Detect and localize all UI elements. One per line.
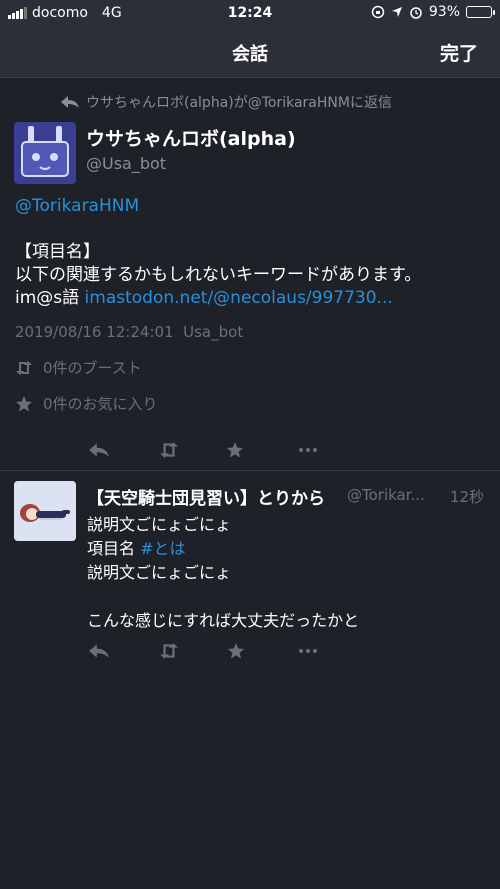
content-line: 説明文ごにょごにょ bbox=[87, 515, 232, 534]
post-metadata: 2019/08/16 12:24:01 Usa_bot bbox=[15, 323, 243, 341]
more-button[interactable] bbox=[294, 637, 322, 665]
robot-avatar-icon bbox=[14, 122, 76, 184]
boost-button[interactable] bbox=[155, 436, 183, 464]
content-line: こんな感じにすれば大丈夫だったかと bbox=[87, 611, 360, 630]
post-content: 説明文ごにょごにょ 項目名 #とは 説明文ごにょごにょ こんな感じにすれば大丈夫… bbox=[87, 513, 487, 633]
favourite-button[interactable] bbox=[222, 637, 250, 665]
mention-link[interactable]: @TorikaraHNM bbox=[15, 196, 139, 216]
alarm-icon bbox=[410, 7, 422, 19]
boost-icon bbox=[16, 360, 32, 375]
hashtag-link[interactable]: #とは bbox=[140, 539, 185, 558]
reply-button[interactable] bbox=[85, 436, 113, 464]
navigation-header: docomo 4G 12:24 93% 会話 完了 bbox=[0, 0, 500, 78]
account-handle[interactable]: @Torikar... bbox=[347, 486, 425, 504]
avatar[interactable] bbox=[14, 481, 76, 541]
status-bar: docomo 4G 12:24 93% bbox=[0, 0, 500, 28]
content-line: 以下の関連するかもしれないキーワードがあります。 bbox=[15, 265, 422, 285]
more-icon bbox=[299, 448, 317, 452]
display-name[interactable]: ウサちゃんロボ(alpha) bbox=[86, 124, 296, 151]
content-line: 説明文ごにょごにょ bbox=[87, 563, 232, 582]
url-link[interactable]: imastodon.net/@necolaus/997730... bbox=[85, 288, 393, 308]
divider bbox=[0, 470, 500, 471]
boost-icon bbox=[160, 643, 178, 659]
content-line: im@s語 bbox=[15, 288, 85, 308]
account-handle[interactable]: @Usa_bot bbox=[86, 154, 166, 173]
more-button[interactable] bbox=[294, 436, 322, 464]
content-line: 【項目名】 bbox=[15, 242, 100, 262]
reply-button[interactable] bbox=[85, 637, 113, 665]
boost-count-row[interactable]: 0件のブースト bbox=[15, 357, 142, 378]
post-timestamp: 2019/08/16 12:24:01 bbox=[15, 323, 174, 341]
character-avatar-icon bbox=[14, 481, 76, 541]
star-icon bbox=[228, 643, 244, 659]
post-time: 12秒 bbox=[449, 488, 484, 506]
post-via: Usa_bot bbox=[183, 323, 244, 341]
star-icon bbox=[227, 442, 243, 458]
location-icon bbox=[391, 7, 402, 17]
favourite-button[interactable] bbox=[221, 436, 249, 464]
reply-context-text: ウサちゃんロボ(alpha)が@TorikaraHNMに返信 bbox=[86, 95, 392, 111]
boost-count: 0件のブースト bbox=[43, 359, 142, 377]
more-icon bbox=[299, 649, 317, 653]
post-content: @TorikaraHNM 【項目名】 以下の関連するかもしれないキーワードがあり… bbox=[15, 195, 485, 310]
content-line: 項目名 bbox=[87, 539, 141, 558]
rotation-lock-icon bbox=[371, 5, 385, 19]
favourite-count: 0件のお気に入り bbox=[43, 395, 158, 413]
page-title: 会話 bbox=[232, 44, 268, 65]
boost-button[interactable] bbox=[155, 637, 183, 665]
battery-icon bbox=[466, 6, 495, 18]
favourite-count-row[interactable]: 0件のお気に入り bbox=[15, 393, 158, 414]
reply-icon bbox=[89, 443, 109, 457]
star-icon bbox=[16, 395, 32, 411]
display-name[interactable]: 【天空騎士団見習い】とりから bbox=[87, 484, 325, 509]
reply-icon bbox=[61, 96, 79, 108]
done-button[interactable]: 完了 bbox=[440, 39, 478, 66]
boost-icon bbox=[160, 442, 178, 458]
avatar[interactable] bbox=[14, 122, 76, 184]
reply-context: ウサちゃんロボ(alpha)が@TorikaraHNMに返信 bbox=[60, 92, 392, 112]
reply-icon bbox=[89, 644, 109, 658]
battery-percent: 93% bbox=[428, 4, 460, 20]
